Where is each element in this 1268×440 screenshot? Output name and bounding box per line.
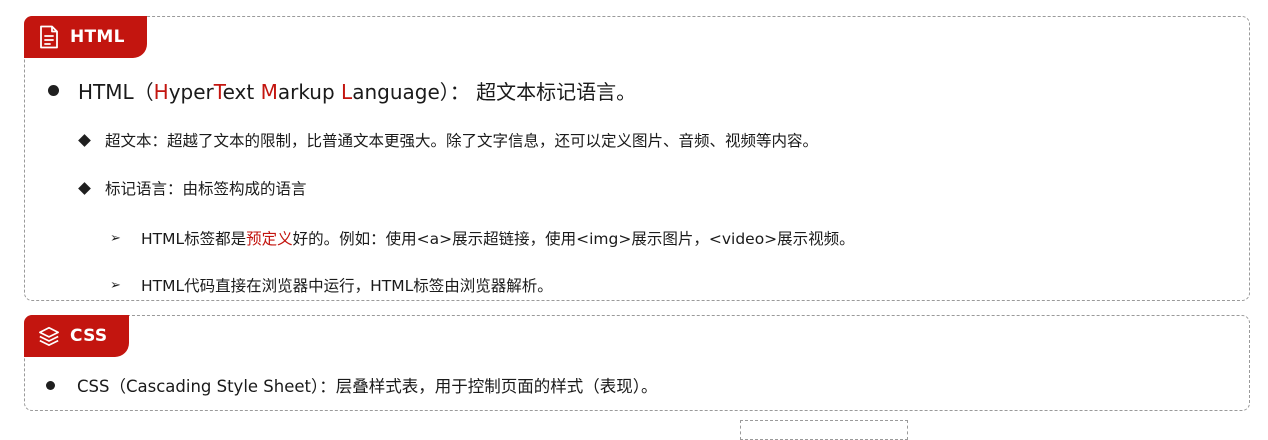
document-icon bbox=[38, 25, 60, 49]
css-tag-label: CSS bbox=[70, 326, 108, 346]
markup-language-text: 标记语言：由标签构成的语言 bbox=[105, 180, 307, 198]
browser-parse-text: HTML代码直接在浏览器中运行，HTML标签由浏览器解析。 bbox=[141, 277, 553, 295]
arrow-bullet-icon: ➢ bbox=[110, 277, 121, 293]
html-tag-label: HTML bbox=[70, 27, 125, 47]
bullet-diamond-icon bbox=[78, 133, 91, 147]
bullet-dot-icon bbox=[48, 85, 59, 96]
html-panel: HTML bbox=[24, 16, 1250, 301]
css-tag: CSS bbox=[24, 315, 130, 357]
hypertext-text: 超文本：超越了文本的限制，比普通文本更强大。除了文字信息，还可以定义图片、音频、… bbox=[105, 132, 819, 150]
html-tag: HTML bbox=[24, 16, 147, 58]
arrow-bullet-icon: ➢ bbox=[110, 230, 121, 246]
hypertext-item: 超文本：超越了文本的限制，比普通文本更强大。除了文字信息，还可以定义图片、音频、… bbox=[78, 129, 819, 151]
bullet-dot-icon bbox=[46, 380, 55, 390]
layers-icon bbox=[38, 324, 60, 348]
predefined-highlight: 预定义 bbox=[246, 230, 293, 248]
html-definition: HTML（HyperText Markup Language）： 超文本标记语言… bbox=[48, 76, 636, 105]
html-definition-text: HTML（HyperText Markup Language）： 超文本标记语言… bbox=[78, 80, 637, 104]
css-definition-text: CSS（Cascading Style Sheet）：层叠样式表，用于控制页面的… bbox=[77, 377, 658, 396]
bullet-diamond-icon bbox=[78, 181, 91, 195]
partial-box bbox=[740, 420, 908, 440]
predefined-tags-text: HTML标签都是预定义好的。例如：使用<a>展示超链接，使用<img>展示图片，… bbox=[141, 230, 855, 248]
markup-language-item: 标记语言：由标签构成的语言 bbox=[78, 177, 307, 199]
css-definition: CSS（Cascading Style Sheet）：层叠样式表，用于控制页面的… bbox=[46, 373, 658, 397]
predefined-tags-item: ➢ HTML标签都是预定义好的。例如：使用<a>展示超链接，使用<img>展示图… bbox=[110, 227, 855, 249]
browser-parse-item: ➢ HTML代码直接在浏览器中运行，HTML标签由浏览器解析。 bbox=[110, 274, 553, 296]
